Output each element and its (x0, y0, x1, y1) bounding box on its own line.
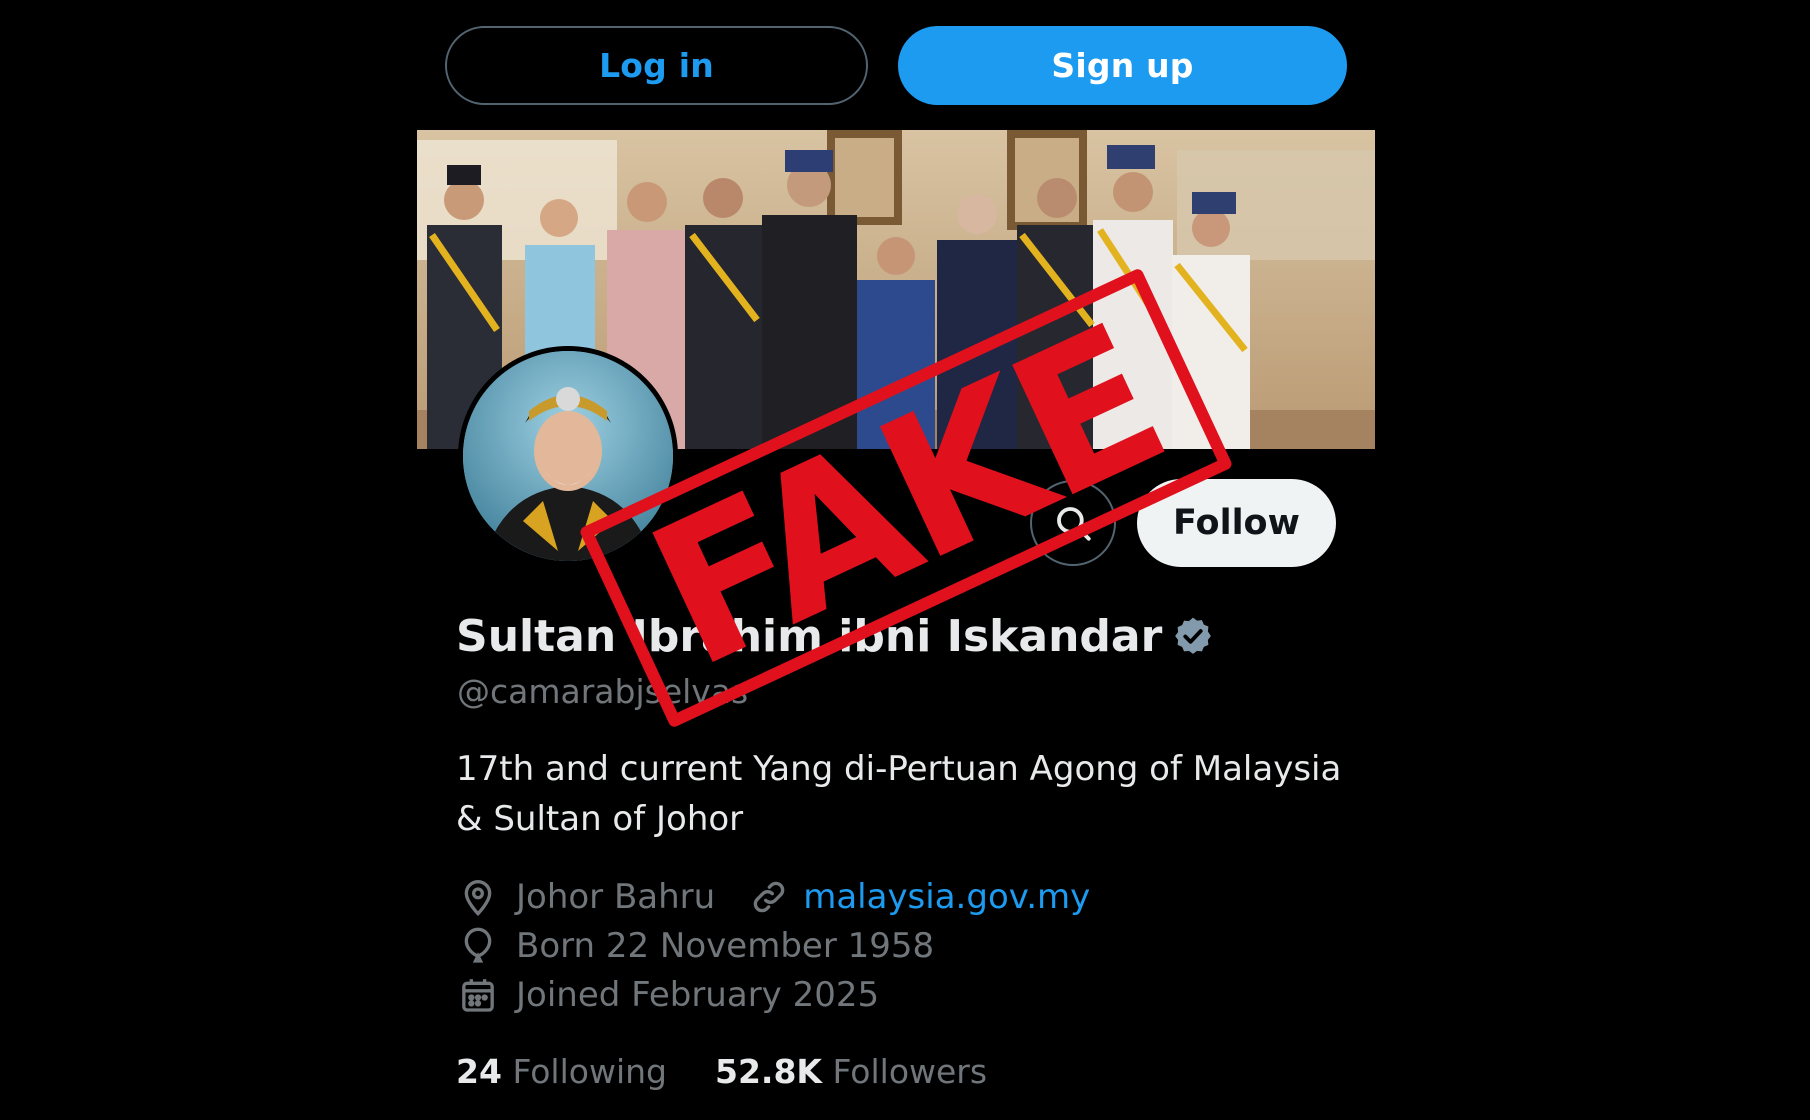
follow-button[interactable]: Follow (1137, 479, 1336, 567)
profile-avatar[interactable] (458, 346, 678, 566)
calendar-icon (462, 979, 494, 1012)
location-text: Johor Bahru (516, 877, 716, 917)
follow-stats: 24 Following 52.8K Followers (456, 1052, 987, 1091)
profile-bio: 17th and current Yang di-Pertuan Agong o… (456, 749, 1342, 839)
profile-screen: Log in Sign up Follow Sultan Ibrahim ibn… (0, 0, 1810, 1120)
profile-handle: @camarabjselvas (457, 672, 749, 711)
link-icon (753, 881, 785, 913)
signup-button[interactable]: Sign up (898, 26, 1347, 105)
followers-label: Followers (832, 1052, 988, 1091)
joined-text: Joined February 2025 (516, 975, 880, 1015)
website-link[interactable]: malaysia.gov.my (803, 877, 1090, 917)
balloon-icon (464, 927, 492, 963)
meta-row-location: Johor Bahru malaysia.gov.my (458, 874, 1090, 920)
location-pin-icon (464, 880, 492, 917)
meta-row-birthdate: Born 22 November 1958 (458, 923, 934, 969)
search-button[interactable] (1030, 480, 1116, 566)
search-icon (1057, 507, 1091, 541)
meta-row-joined: Joined February 2025 (458, 972, 879, 1018)
display-name-row: Sultan Ibrahim ibni Iskandar (456, 606, 1214, 666)
login-button[interactable]: Log in (445, 26, 868, 105)
followers-count: 52.8K (714, 1052, 822, 1091)
following-label: Following (512, 1052, 667, 1091)
verified-badge-icon (1175, 617, 1212, 654)
following-count: 24 (456, 1052, 502, 1091)
birthdate-text: Born 22 November 1958 (516, 926, 935, 966)
display-name: Sultan Ibrahim ibni Iskandar (456, 610, 1163, 662)
followers-stat[interactable]: 52.8K Followers (715, 1052, 987, 1091)
following-stat[interactable]: 24 Following (456, 1052, 667, 1091)
